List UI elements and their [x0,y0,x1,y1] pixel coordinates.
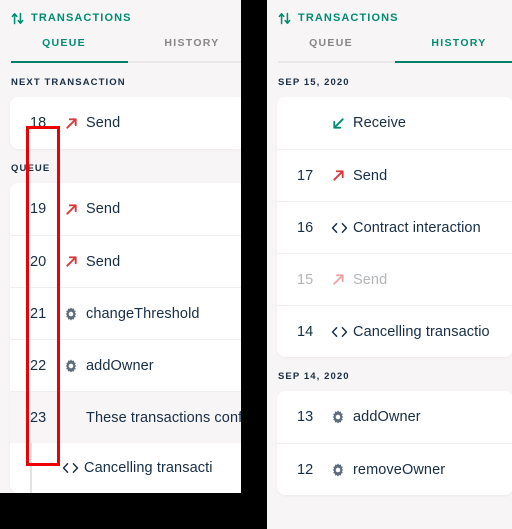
transaction-card: 13 addOwner 12 removeOwner [277,391,512,495]
arrow-down-left-icon [333,117,344,129]
transaction-nonce: 19 [30,201,47,217]
code-brackets-icon [331,222,348,233]
transaction-type-icon [331,325,353,339]
tab-indicator-rail-left [11,61,241,63]
transaction-type-icon [62,461,84,475]
transaction-label: Send [353,167,388,184]
transaction-nonce: 21 [30,305,47,322]
app-title-text: TRANSACTIONS [31,11,132,24]
transaction-label: Send [353,271,388,288]
transaction-nonce: 18 [30,115,47,131]
app-title-text: TRANSACTIONS [298,11,399,24]
section-label: SEP 15, 2020 [278,77,350,88]
transaction-type-icon [64,254,86,269]
transaction-type-icon [331,463,353,477]
transaction-label: Send [86,115,121,131]
transaction-nonce: 14 [297,323,314,340]
tab-indicator-queue [278,61,395,63]
transaction-row[interactable]: 23 These transactions conf [10,391,241,443]
tab-indicator-queue [11,61,128,63]
screenshot-stage: TRANSACTIONS QUEUE HISTORY NEXT TRANSACTION… [0,0,512,529]
transaction-type-icon [64,359,86,373]
transaction-type-icon [64,202,86,217]
tab-bar-right: QUEUE HISTORY [267,37,512,61]
transaction-label: These transactions conf [86,409,241,426]
transaction-card: 18 Send [10,97,241,149]
transaction-nonce: 12 [297,461,314,478]
nesting-connector [30,443,32,493]
gear-icon [332,410,344,424]
panel-header-left: TRANSACTIONS [0,0,241,25]
transaction-row[interactable]: 22 addOwner [10,339,241,391]
transaction-row[interactable]: 19 Send [10,183,241,235]
transaction-row[interactable]: 16 Contract interaction [277,201,512,253]
swap-vertical-icon [11,12,24,25]
transaction-type-icon [331,272,353,287]
transaction-label: changeThreshold [86,305,200,322]
arrow-up-right-icon [66,117,77,129]
transaction-label: Send [86,253,121,270]
transaction-row[interactable]: 18 Send [10,97,241,149]
tab-indicator-rail-right [278,61,512,63]
transaction-nonce: 23 [30,409,47,426]
transaction-nonce: 16 [297,219,314,236]
transaction-label: Cancelling transactio [353,323,490,340]
transaction-label: addOwner [353,409,421,425]
transaction-row[interactable]: 21 changeThreshold [10,287,241,339]
tab-queue[interactable]: QUEUE [0,37,128,61]
section-label: NEXT TRANSACTION [11,77,126,88]
transaction-nonce: 22 [30,357,47,374]
transaction-row[interactable]: 13 addOwner [277,391,512,443]
swap-vertical-icon [278,12,291,25]
transaction-type-icon [331,116,353,131]
section-label: SEP 14, 2020 [278,371,350,382]
transactions-panel-queue: TRANSACTIONS QUEUE HISTORY NEXT TRANSACTION… [0,0,241,493]
transaction-label: Cancelling transacti [84,460,213,476]
arrow-up-right-icon [66,256,77,267]
gear-icon [65,359,77,372]
transaction-nonce: 17 [297,167,314,184]
gear-icon [332,463,344,476]
transaction-type-icon [64,307,86,321]
code-brackets-icon [331,326,348,337]
transaction-label: Contract interaction [353,219,481,236]
transaction-row[interactable]: 17 Send [277,149,512,201]
transaction-row[interactable]: 15 Send [277,253,512,305]
transaction-label: addOwner [86,357,154,374]
transaction-type-icon [331,221,353,235]
panel-header-right: TRANSACTIONS [267,0,512,25]
tab-indicator-history [395,61,512,63]
tab-history[interactable]: HISTORY [128,37,241,61]
tab-bar-left: QUEUE HISTORY [0,37,241,61]
section-label: QUEUE [11,163,51,174]
tab-queue[interactable]: QUEUE [267,37,395,61]
transaction-row[interactable]: Receive [277,97,512,149]
tab-history[interactable]: HISTORY [395,37,512,61]
transaction-label: Receive [353,115,407,131]
code-brackets-icon [62,463,79,473]
arrow-up-right-icon [333,274,344,285]
arrow-up-right-icon [66,203,77,215]
nested-transaction-row[interactable]: Cancelling transacti [10,443,241,493]
transaction-card: Receive 17 Send 16 Contract interaction 15 Sen… [277,97,512,357]
transaction-type-icon [331,410,353,424]
transaction-label: removeOwner [353,461,446,478]
transaction-type-icon [331,168,353,183]
transaction-row[interactable]: 12 removeOwner [277,443,512,495]
transaction-label: Send [86,201,121,217]
transaction-row[interactable]: 14 Cancelling transactio [277,305,512,357]
transactions-panel-history: TRANSACTIONS QUEUE HISTORY SEP 15, 2020 Rece… [267,0,512,529]
arrow-up-right-icon [333,170,344,181]
transaction-nonce: 13 [297,409,314,425]
transaction-row[interactable]: 20 Send [10,235,241,287]
transaction-nonce: 20 [30,253,47,270]
transaction-nonce: 15 [297,271,314,288]
transaction-type-icon [64,116,86,131]
gear-icon [65,307,77,320]
tab-indicator-history [128,61,241,63]
transaction-card: 19 Send 20 Send 21 changeThreshold 22 addOwner 2… [10,183,241,493]
